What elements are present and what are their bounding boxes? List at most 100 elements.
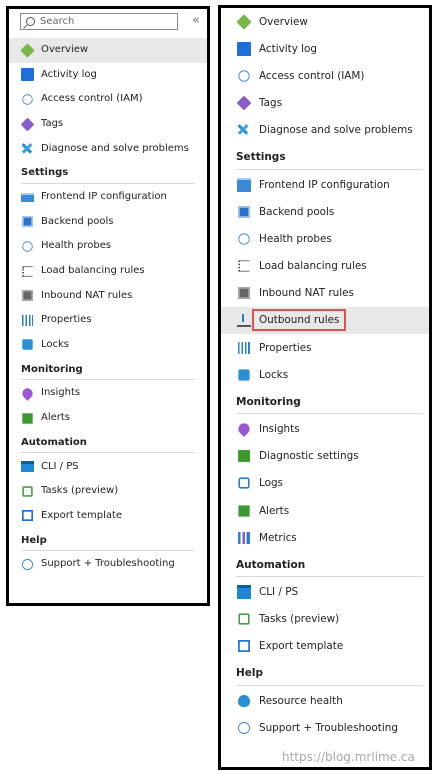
menu-item-label: Activity log	[41, 68, 97, 80]
section-help: Help	[9, 528, 207, 552]
menu-item-activity-log[interactable]: Activity log	[9, 63, 207, 88]
menu-item-properties[interactable]: Properties	[9, 308, 207, 333]
menu-item-backend-pools[interactable]: Backend pools	[9, 210, 207, 235]
insights-icon	[236, 421, 252, 437]
menu-item-label: Alerts	[259, 504, 290, 517]
inbound-nat-icon	[21, 290, 34, 302]
health-probe-icon	[22, 241, 33, 252]
section-monitoring: Monitoring	[221, 388, 429, 415]
menu-item-backend-pools[interactable]: Backend pools	[221, 198, 429, 225]
menu-item-support[interactable]: Support + Troubleshooting	[221, 714, 429, 741]
backend-pools-icon	[21, 216, 34, 228]
menu-item-health-probes[interactable]: Health probes	[9, 234, 207, 259]
menu-item-label: Support + Troubleshooting	[41, 558, 175, 570]
menu-item-activity-log[interactable]: Activity log	[221, 35, 429, 62]
menu-item-label: Locks	[41, 338, 70, 350]
menu-item-cli-ps[interactable]: CLI / PS	[9, 454, 207, 479]
section-settings: Settings	[9, 161, 207, 185]
frontend-ip-icon	[21, 192, 34, 202]
menu-item-label: Resource health	[259, 694, 343, 707]
menu-item-label: Support + Troubleshooting	[259, 721, 398, 734]
search-row: Search «	[9, 9, 207, 38]
section-automation: Automation	[221, 551, 429, 578]
menu-item-resource-health[interactable]: Resource health	[221, 687, 429, 714]
menu-item-tags[interactable]: Tags	[9, 112, 207, 137]
export-template-icon	[238, 640, 250, 653]
search-input[interactable]: Search	[20, 13, 178, 30]
menu-item-frontend-ip[interactable]: Frontend IP configuration	[221, 171, 429, 198]
menu-item-locks[interactable]: Locks	[221, 361, 429, 388]
menu-item-cli-ps[interactable]: CLI / PS	[221, 578, 429, 605]
menu-item-load-balancing-rules[interactable]: Load balancing rules	[221, 253, 429, 280]
menu-item-tasks[interactable]: Tasks (preview)	[221, 606, 429, 633]
menu-item-diagnostic-settings[interactable]: Diagnostic settings	[221, 443, 429, 470]
rules-list-icon	[238, 260, 250, 272]
menu-item-export-template[interactable]: Export template	[221, 633, 429, 660]
lock-icon	[238, 369, 250, 381]
menu-item-label: Load balancing rules	[41, 265, 145, 277]
menu-item-locks[interactable]: Locks	[9, 333, 207, 358]
right-resource-menu: Overview Activity log Access control (IA…	[218, 5, 432, 770]
menu-item-frontend-ip[interactable]: Frontend IP configuration	[9, 185, 207, 210]
menu-item-label: Tags	[259, 97, 283, 110]
menu-item-label: Access control (IAM)	[259, 69, 365, 82]
menu-item-label: Logs	[259, 477, 283, 490]
menu-item-overview[interactable]: Overview	[221, 8, 429, 35]
support-icon	[21, 558, 34, 570]
diagnostic-settings-icon	[238, 450, 250, 463]
menu-item-label: Access control (IAM)	[41, 93, 143, 105]
menu-item-label: Overview	[41, 44, 89, 56]
menu-item-export-template[interactable]: Export template	[9, 504, 207, 529]
menu-item-tags[interactable]: Tags	[221, 90, 429, 117]
menu-item-diagnose[interactable]: Diagnose and solve problems	[9, 136, 207, 161]
menu-item-label: Tags	[41, 118, 64, 130]
menu-item-label: Diagnose and solve problems	[41, 142, 189, 154]
menu-item-inbound-nat-rules[interactable]: Inbound NAT rules	[221, 280, 429, 307]
menu-item-diagnose[interactable]: Diagnose and solve problems	[221, 117, 429, 144]
menu-item-insights[interactable]: Insights	[9, 381, 207, 406]
menu-item-label: Backend pools	[259, 205, 335, 218]
menu-item-insights[interactable]: Insights	[221, 415, 429, 442]
menu-item-label: Activity log	[259, 42, 318, 55]
menu-item-access-control[interactable]: Access control (IAM)	[221, 62, 429, 89]
frontend-ip-icon	[237, 177, 251, 192]
menu-item-label: CLI / PS	[41, 460, 79, 472]
menu-item-properties[interactable]: Properties	[221, 334, 429, 361]
menu-item-outbound-rules[interactable]: Outbound rules	[221, 306, 429, 335]
menu-item-label: Health probes	[41, 240, 112, 252]
menu-item-inbound-nat-rules[interactable]: Inbound NAT rules	[9, 283, 207, 308]
iam-icon	[22, 94, 33, 105]
menu-item-tasks[interactable]: Tasks (preview)	[9, 479, 207, 504]
menu-item-label: CLI / PS	[259, 585, 299, 598]
lock-icon	[22, 339, 33, 351]
logs-icon	[238, 477, 250, 490]
watermark: https://blog.mrlime.ca	[282, 750, 415, 764]
menu-item-metrics[interactable]: Metrics	[221, 524, 429, 551]
menu-item-label: Backend pools	[41, 215, 114, 227]
support-icon	[238, 721, 250, 734]
wrench-icon	[237, 123, 251, 137]
menu-item-logs[interactable]: Logs	[221, 470, 429, 497]
tag-icon	[236, 95, 252, 111]
menu-item-overview[interactable]: Overview	[9, 38, 207, 63]
menu-item-label: Export template	[259, 640, 344, 653]
menu-item-health-probes[interactable]: Health probes	[221, 225, 429, 252]
cli-icon	[21, 461, 34, 473]
activity-log-icon	[21, 68, 34, 82]
iam-icon	[238, 70, 250, 82]
menu-item-label-highlighted: Outbound rules	[251, 309, 347, 332]
menu-item-label: Insights	[41, 387, 81, 399]
menu-item-label: Export template	[41, 509, 123, 521]
menu-item-label: Diagnostic settings	[259, 450, 359, 463]
menu-item-access-control[interactable]: Access control (IAM)	[9, 87, 207, 112]
alerts-icon	[238, 504, 250, 517]
menu-item-alerts[interactable]: Alerts	[221, 497, 429, 524]
menu-item-support[interactable]: Support + Troubleshooting	[9, 552, 207, 577]
menu-item-label: Tasks (preview)	[41, 485, 119, 497]
health-probe-icon	[238, 233, 250, 245]
menu-item-load-balancing-rules[interactable]: Load balancing rules	[9, 259, 207, 284]
section-monitoring: Monitoring	[9, 357, 207, 381]
menu-item-alerts[interactable]: Alerts	[9, 406, 207, 431]
menu-item-label: Properties	[41, 314, 92, 326]
collapse-menu-icon[interactable]: «	[192, 14, 200, 28]
